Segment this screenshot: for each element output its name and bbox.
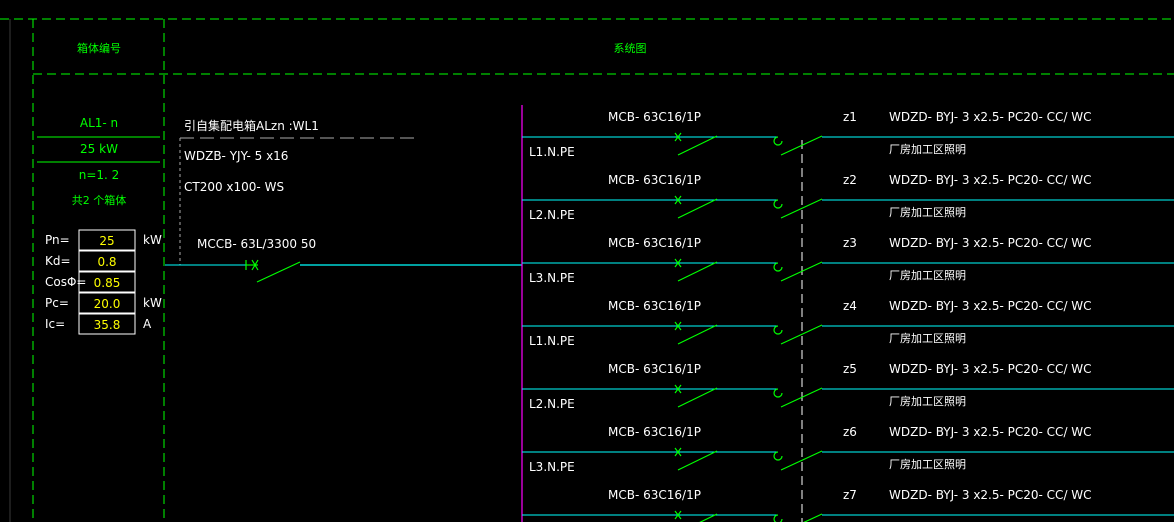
breaker-blade — [677, 324, 718, 345]
param-unit: kW — [143, 233, 162, 247]
circuit-6: MCB- 63C16/1P L3.N.PE z6 WDZD- BYJ- 3 x2.5-… — [522, 425, 1174, 474]
circuit-breaker-label: MCB- 63C16/1P — [608, 425, 701, 439]
circuit-7: MCB- 63C16/1P z7 WDZD- BYJ- 3 x2.5- PC20- … — [522, 488, 1174, 522]
circuit-5: MCB- 63C16/1P L2.N.PE z5 WDZD- BYJ- 3 x2.5-… — [522, 362, 1174, 411]
header-system-diagram: 系统图 — [614, 42, 647, 55]
param-value: 35.8 — [94, 318, 121, 332]
circuit-breaker-label: MCB- 63C16/1P — [608, 299, 701, 313]
circuit-load: 厂房加工区照明 — [889, 269, 966, 282]
panel-count: n=1. 2 — [79, 168, 120, 182]
circuit-breaker-label: MCB- 63C16/1P — [608, 173, 701, 187]
param-label: Kd= — [45, 254, 71, 268]
contact-terminal — [773, 451, 783, 461]
param-label: Pc= — [45, 296, 69, 310]
incoming-conduit: CT200 x100- WS — [184, 180, 284, 194]
circuit-id: z5 — [843, 362, 857, 376]
outgoing-circuits: MCB- 63C16/1P L1.N.PE z1 WDZD- BYJ- 3 x2.5-… — [522, 110, 1174, 522]
circuit-load: 厂房加工区照明 — [889, 206, 966, 219]
circuit-breaker-label: MCB- 63C16/1P — [608, 110, 701, 124]
incoming-source: 引自集配电箱ALzn :WL1 — [184, 118, 319, 133]
param-label: Ic= — [45, 317, 65, 331]
param-label: Pn= — [45, 233, 70, 247]
circuit-cable: WDZD- BYJ- 3 x2.5- PC20- CC/ WC — [889, 299, 1092, 313]
circuit-cable: WDZD- BYJ- 3 x2.5- PC20- CC/ WC — [889, 488, 1092, 502]
contact-terminal — [773, 262, 783, 272]
circuit-cable: WDZD- BYJ- 3 x2.5- PC20- CC/ WC — [889, 236, 1092, 250]
incoming-feeder: 引自集配电箱ALzn :WL1 WDZB- YJY- 5 x16 CT200 x… — [165, 118, 522, 283]
breaker-blade — [677, 387, 718, 408]
circuit-breaker-label: MCB- 63C16/1P — [608, 362, 701, 376]
param-unit: A — [143, 317, 152, 331]
param-value: 25 — [99, 234, 114, 248]
contact-terminal — [773, 136, 783, 146]
circuit-load: 厂房加工区照明 — [889, 395, 966, 408]
breaker-blade — [677, 450, 718, 471]
circuit-id: z4 — [843, 299, 857, 313]
diagram-frame — [0, 18, 1174, 522]
breaker-blade — [677, 261, 718, 282]
circuit-phase: L3.N.PE — [529, 460, 575, 474]
circuit-cable: WDZD- BYJ- 3 x2.5- PC20- CC/ WC — [889, 425, 1092, 439]
param-value: 0.85 — [94, 276, 121, 290]
panel-boxes-note: 共2 个箱体 — [72, 193, 127, 207]
panel-id: AL1- n — [80, 116, 118, 130]
contact-terminal — [773, 514, 783, 522]
circuit-id: z1 — [843, 110, 857, 124]
contact-blade — [780, 387, 823, 408]
circuit-phase: L3.N.PE — [529, 271, 575, 285]
circuit-cable: WDZD- BYJ- 3 x2.5- PC20- CC/ WC — [889, 110, 1092, 124]
param-unit: kW — [143, 296, 162, 310]
circuit-id: z6 — [843, 425, 857, 439]
circuit-breaker-label: MCB- 63C16/1P — [608, 488, 701, 502]
circuit-breaker-label: MCB- 63C16/1P — [608, 236, 701, 250]
circuit-cable: WDZD- BYJ- 3 x2.5- PC20- CC/ WC — [889, 173, 1092, 187]
circuit-4: MCB- 63C16/1P L1.N.PE z4 WDZD- BYJ- 3 x2.5-… — [522, 299, 1174, 348]
circuit-1: MCB- 63C16/1P L1.N.PE z1 WDZD- BYJ- 3 x2.5-… — [522, 110, 1174, 159]
contact-blade — [780, 135, 823, 156]
circuit-load: 厂房加工区照明 — [889, 143, 966, 156]
circuit-cable: WDZD- BYJ- 3 x2.5- PC20- CC/ WC — [889, 362, 1092, 376]
circuit-3: MCB- 63C16/1P L3.N.PE z3 WDZD- BYJ- 3 x2.5-… — [522, 236, 1174, 285]
header-box-number: 箱体编号 — [77, 41, 121, 55]
circuit-id: z7 — [843, 488, 857, 502]
contact-terminal — [773, 325, 783, 335]
panel-info: AL1- n 25 kW n=1. 2 共2 个箱体 Pn= 25 kW Kd= 0.8… — [37, 116, 162, 335]
contact-terminal — [773, 199, 783, 209]
contact-terminal — [773, 388, 783, 398]
breaker-blade — [677, 198, 718, 219]
circuit-phase: L1.N.PE — [529, 145, 575, 159]
circuit-id: z3 — [843, 236, 857, 250]
param-label: CosΦ= — [45, 275, 86, 289]
circuit-2: MCB- 63C16/1P L2.N.PE z2 WDZD- BYJ- 3 x2.5-… — [522, 173, 1174, 222]
main-breaker-symbol — [245, 259, 522, 283]
param-value: 0.8 — [97, 255, 116, 269]
circuit-phase: L1.N.PE — [529, 334, 575, 348]
incoming-cable: WDZB- YJY- 5 x16 — [184, 149, 288, 163]
circuit-phase: L2.N.PE — [529, 397, 575, 411]
system-diagram-canvas: 箱体编号 系统图 AL1- n 25 kW n=1. 2 共2 个箱体 Pn= 2… — [0, 18, 1174, 522]
load-parameters-table: Pn= 25 kW Kd= 0.8 CosΦ= 0.85 Pc= 20.0 kW Ic= 35.8 A — [45, 229, 162, 335]
contact-blade — [780, 261, 823, 282]
breaker-blade — [677, 135, 718, 156]
main-breaker-label: MCCB- 63L/3300 50 — [197, 237, 316, 251]
param-value: 20.0 — [94, 297, 121, 311]
circuit-phase: L2.N.PE — [529, 208, 575, 222]
panel-power: 25 kW — [80, 142, 118, 156]
circuit-id: z2 — [843, 173, 857, 187]
circuit-load: 厂房加工区照明 — [889, 332, 966, 345]
circuit-load: 厂房加工区照明 — [889, 458, 966, 471]
